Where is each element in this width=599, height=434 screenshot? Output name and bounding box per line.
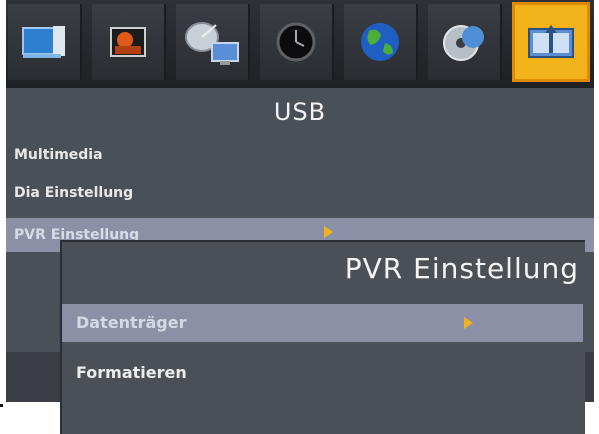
picture-icon	[110, 27, 146, 57]
menu-icon-bar	[6, 0, 594, 88]
menu-item-label: Multimedia	[14, 147, 103, 163]
tab-display[interactable]	[8, 4, 82, 80]
tab-picture[interactable]	[92, 4, 166, 80]
section-title: USB	[273, 98, 327, 126]
edge-mark	[0, 404, 3, 407]
pvr-submenu: PVR Einstellung Datenträger Formatieren	[60, 240, 585, 434]
tab-media[interactable]	[428, 4, 502, 80]
menu-item-multimedia[interactable]: Multimedia	[6, 138, 594, 172]
popup-item-formatieren[interactable]: Formatieren	[62, 354, 583, 392]
popup-title: PVR Einstellung	[344, 252, 579, 285]
arrow-right-icon	[464, 317, 473, 329]
clock-icon	[276, 22, 316, 62]
tab-installation[interactable]	[176, 4, 250, 80]
tab-usb[interactable]	[512, 2, 590, 82]
popup-item-label: Formatieren	[76, 363, 187, 382]
tab-time[interactable]	[260, 4, 334, 80]
display-icon	[22, 26, 65, 58]
popup-item-label: Datenträger	[76, 313, 187, 332]
globe-icon	[361, 23, 399, 61]
disc-icon	[443, 25, 484, 61]
menu-item-label: Dia Einstellung	[14, 185, 134, 201]
arrow-right-icon	[324, 226, 333, 238]
usb-drive-icon	[528, 25, 574, 58]
satellite-dish-icon	[185, 22, 239, 65]
menu-item-dia-einstellung[interactable]: Dia Einstellung	[6, 176, 594, 210]
tab-language[interactable]	[344, 4, 418, 80]
popup-item-datentraeger[interactable]: Datenträger	[62, 304, 583, 342]
